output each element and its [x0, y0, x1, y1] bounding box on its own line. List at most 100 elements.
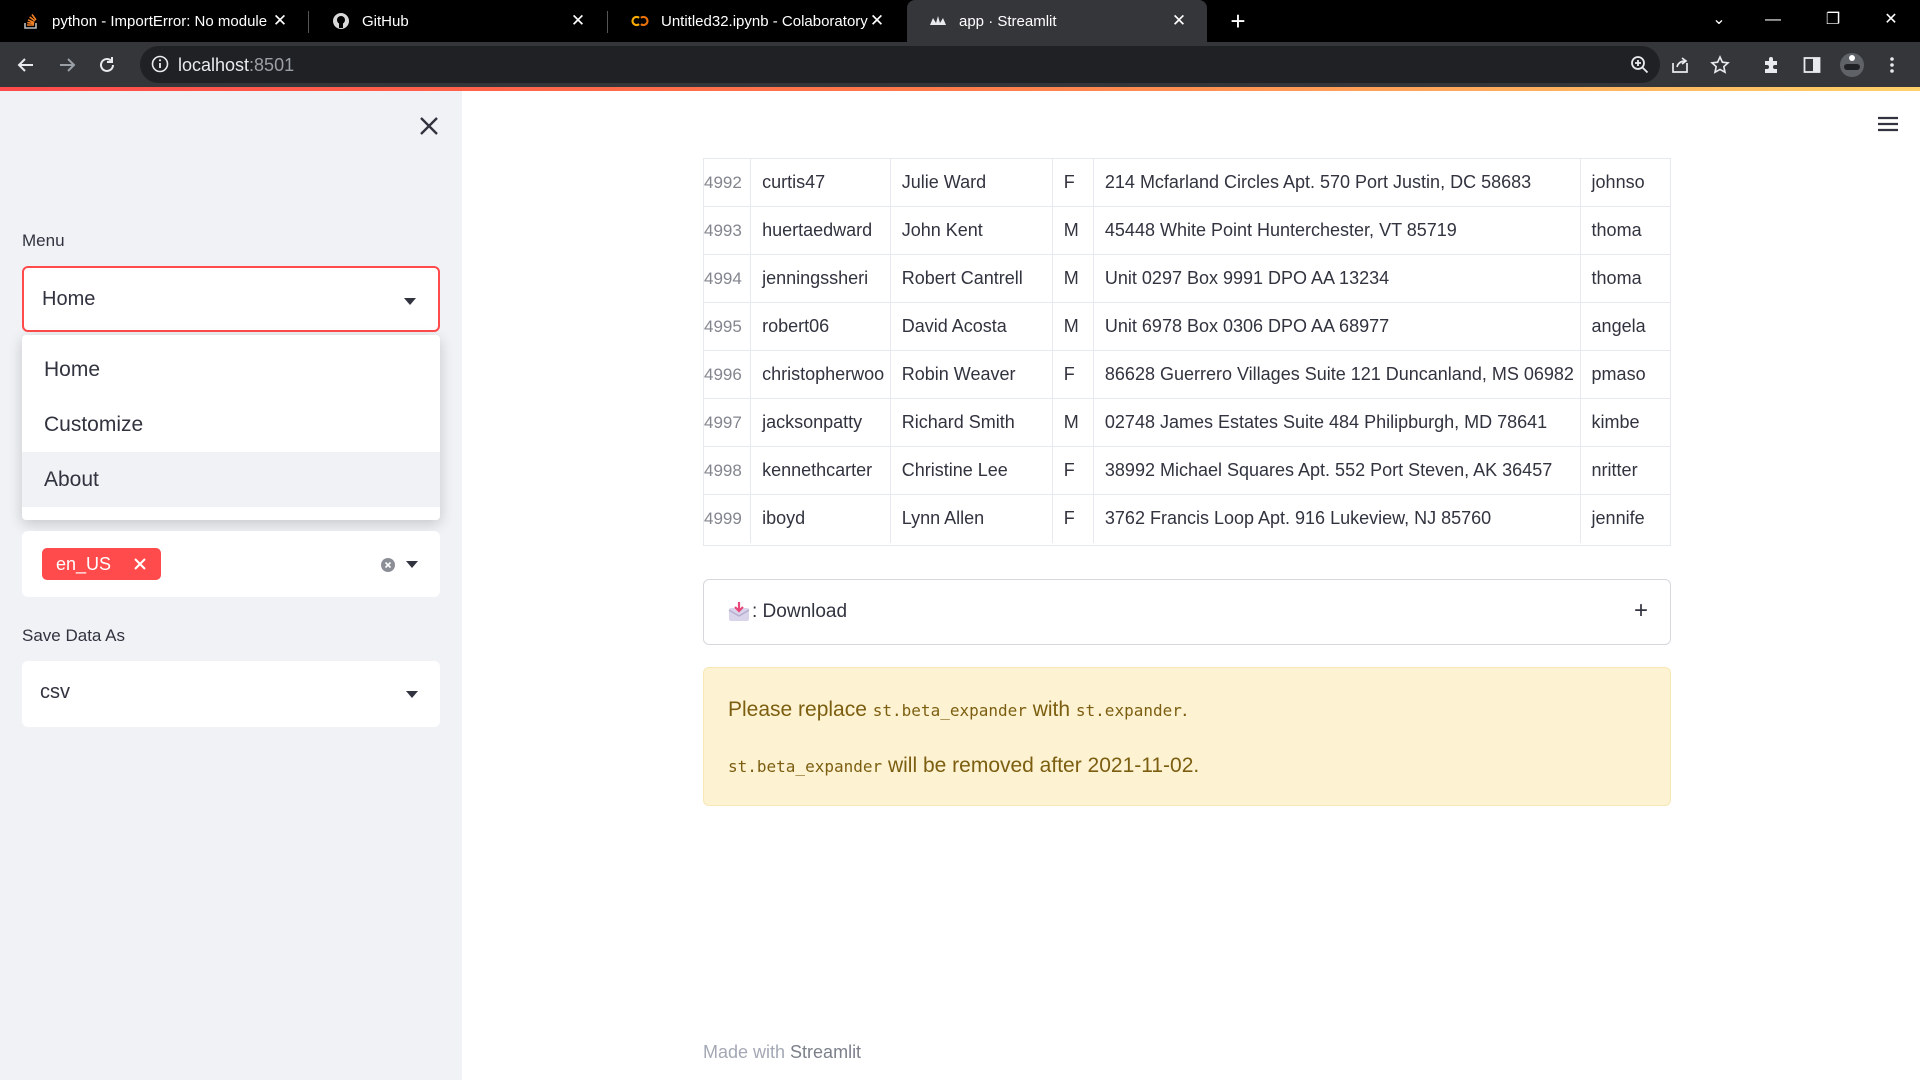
table-cell-email[interactable]: johnso: [1580, 158, 1670, 207]
table-row: 4993 huertaedward John Kent M 45448 White Po…: [704, 206, 1670, 255]
share-icon[interactable]: [1670, 55, 1690, 75]
table-cell-name[interactable]: Robin Weaver: [890, 350, 1053, 399]
table-cell-sex[interactable]: M: [1052, 398, 1094, 447]
download-expander[interactable]: : Download +: [703, 579, 1671, 645]
footer: Made with Streamlit: [703, 1042, 861, 1063]
profile-button[interactable]: [1836, 49, 1868, 81]
chevron-down-icon[interactable]: [406, 561, 418, 568]
warning-text: with: [1026, 698, 1076, 721]
table-cell-name[interactable]: Julie Ward: [890, 158, 1053, 207]
table-cell-username[interactable]: curtis47: [750, 158, 891, 207]
menu-option-customize[interactable]: Customize: [22, 397, 440, 452]
menu-option-about[interactable]: About: [22, 452, 440, 507]
table-cell-name[interactable]: Lynn Allen: [890, 494, 1053, 543]
table-cell-index[interactable]: 4999: [704, 494, 752, 543]
reload-button[interactable]: [91, 49, 123, 81]
menu-select[interactable]: Home: [22, 266, 440, 332]
table-cell-address[interactable]: Unit 6978 Box 0306 DPO AA 68977: [1093, 302, 1581, 351]
warning-code: st.beta_expander: [872, 701, 1027, 720]
minimize-button[interactable]: —: [1750, 0, 1796, 42]
close-window-button[interactable]: ✕: [1868, 0, 1914, 42]
table-cell-name[interactable]: Christine Lee: [890, 446, 1053, 495]
close-sidebar-button[interactable]: [416, 113, 442, 139]
table-cell-index[interactable]: 4992: [704, 158, 752, 207]
table-cell-sex[interactable]: F: [1052, 494, 1094, 543]
table-cell-email[interactable]: kimbe: [1580, 398, 1670, 447]
table-cell-address[interactable]: 38992 Michael Squares Apt. 552 Port Stev…: [1093, 446, 1581, 495]
table-cell-username[interactable]: iboyd: [750, 494, 891, 543]
table-cell-address[interactable]: 45448 White Point Hunterchester, VT 8571…: [1093, 206, 1581, 255]
table-cell-email[interactable]: angela: [1580, 302, 1670, 351]
streamlit-link[interactable]: Streamlit: [790, 1042, 861, 1062]
browser-menu-button[interactable]: [1876, 49, 1908, 81]
table-cell-address[interactable]: 214 Mcfarland Circles Apt. 570 Port Just…: [1093, 158, 1581, 207]
table-cell-sex[interactable]: F: [1052, 350, 1094, 399]
table-cell-address[interactable]: 86628 Guerrero Villages Suite 121 Duncan…: [1093, 350, 1581, 399]
table-cell-sex[interactable]: M: [1052, 254, 1094, 303]
forward-button[interactable]: [51, 49, 83, 81]
table-row: 4996 christopherwoo Robin Weaver F 86628 Gue…: [704, 350, 1670, 399]
table-cell-index[interactable]: 4993: [704, 206, 752, 255]
back-arrow-icon: [17, 58, 33, 72]
side-panel-button[interactable]: [1796, 49, 1828, 81]
close-tab-icon[interactable]: ✕: [1169, 11, 1189, 31]
table-cell-name[interactable]: Richard Smith: [890, 398, 1053, 447]
table-cell-email[interactable]: jennife: [1580, 494, 1670, 543]
table-cell-address[interactable]: 02748 James Estates Suite 484 Philipburg…: [1093, 398, 1581, 447]
restore-button[interactable]: ❐: [1810, 0, 1856, 42]
tab-streamlit[interactable]: app · Streamlit ✕: [907, 0, 1207, 42]
table-cell-username[interactable]: robert06: [750, 302, 891, 351]
table-cell-username[interactable]: christopherwoo: [750, 350, 891, 399]
tab-search-icon[interactable]: ⌄: [1696, 0, 1742, 42]
table-cell-username[interactable]: kennethcarter: [750, 446, 891, 495]
table-cell-index[interactable]: 4998: [704, 446, 752, 495]
bookmark-star-icon[interactable]: [1710, 55, 1730, 75]
table-cell-email[interactable]: nritter: [1580, 446, 1670, 495]
table-row: 4997 jacksonpatty Richard Smith M 02748 Jame…: [704, 398, 1670, 447]
hamburger-menu-icon[interactable]: [1876, 114, 1900, 134]
table-cell-address[interactable]: Unit 0297 Box 9991 DPO AA 13234: [1093, 254, 1581, 303]
table-cell-email[interactable]: pmaso: [1580, 350, 1670, 399]
warning-line-1: Please replace st.beta_expander with st.…: [728, 698, 1188, 722]
close-tab-icon[interactable]: ✕: [270, 11, 290, 31]
table-row: 4995 robert06 David Acosta M Unit 6978 Box 0…: [704, 302, 1670, 351]
close-tab-icon[interactable]: ✕: [568, 11, 588, 31]
tab-colab[interactable]: Untitled32.ipynb - Colaboratory ✕: [609, 0, 905, 42]
table-cell-sex[interactable]: M: [1052, 206, 1094, 255]
site-info-icon[interactable]: [150, 54, 170, 74]
table-cell-sex[interactable]: F: [1052, 158, 1094, 207]
colab-icon: [631, 12, 649, 30]
table-cell-username[interactable]: jenningssheri: [750, 254, 891, 303]
table-cell-sex[interactable]: F: [1052, 446, 1094, 495]
tab-github[interactable]: GitHub ✕: [310, 0, 606, 42]
remove-chip-icon[interactable]: [133, 557, 147, 571]
address-bar[interactable]: localhost:8501: [140, 46, 1730, 83]
table-cell-name[interactable]: Robert Cantrell: [890, 254, 1053, 303]
browser-toolbar: localhost:8501: [0, 42, 1920, 87]
back-button[interactable]: [10, 49, 42, 81]
table-cell-index[interactable]: 4997: [704, 398, 752, 447]
table-cell-name[interactable]: John Kent: [890, 206, 1053, 255]
tab-stackoverflow[interactable]: python - ImportError: No module ✕: [0, 0, 308, 42]
save-format-select[interactable]: csv: [22, 661, 440, 727]
close-tab-icon[interactable]: ✕: [867, 11, 887, 31]
extensions-button[interactable]: [1756, 49, 1788, 81]
table-cell-email[interactable]: thoma: [1580, 206, 1670, 255]
url-port: :8501: [249, 55, 295, 75]
data-table[interactable]: 4992 curtis47 Julie Ward F 214 Mcfarland Cir…: [703, 158, 1671, 546]
zoom-icon[interactable]: [1630, 55, 1650, 75]
table-cell-sex[interactable]: M: [1052, 302, 1094, 351]
clear-all-icon[interactable]: [380, 557, 396, 573]
table-cell-username[interactable]: jacksonpatty: [750, 398, 891, 447]
menu-option-home[interactable]: Home: [22, 342, 440, 397]
table-cell-index[interactable]: 4996: [704, 350, 752, 399]
table-cell-email[interactable]: thoma: [1580, 254, 1670, 303]
new-tab-button[interactable]: +: [1222, 5, 1254, 37]
table-cell-username[interactable]: huertaedward: [750, 206, 891, 255]
table-cell-index[interactable]: 4995: [704, 302, 752, 351]
table-cell-name[interactable]: David Acosta: [890, 302, 1053, 351]
locale-multiselect[interactable]: en_US: [22, 531, 440, 597]
table-cell-address[interactable]: 3762 Francis Loop Apt. 916 Lukeview, NJ …: [1093, 494, 1581, 543]
save-format-value: csv: [40, 681, 70, 703]
table-cell-index[interactable]: 4994: [704, 254, 752, 303]
